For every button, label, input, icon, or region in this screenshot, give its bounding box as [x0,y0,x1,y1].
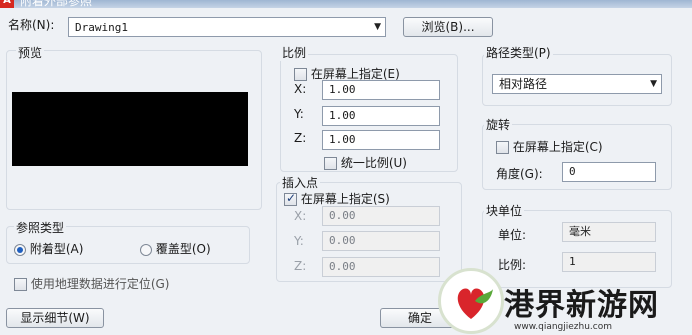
path-type-selected: 相对路径 [499,77,548,91]
overlay-radio[interactable]: 覆盖型(O) [140,240,211,257]
uniform-scale-label: 统一比例(U) [340,156,407,170]
angle-input[interactable]: 0 [562,162,656,182]
watermark-text: 港界新游网 [504,288,659,323]
scale-z-input[interactable]: 1.00 [322,130,440,150]
rotation-specify-check[interactable] [496,141,509,154]
rotation-specify-checkbox[interactable]: 在屏幕上指定(C) [496,138,603,155]
name-label: 名称(N): [8,18,55,32]
overlay-radio-button[interactable] [140,243,152,256]
scale-y-label: Y: [294,107,304,121]
uniform-scale-checkbox[interactable]: 统一比例(U) [324,154,407,171]
chevron-down-icon[interactable]: ▼ [374,18,381,36]
name-combobox[interactable]: Drawing1 ▼ [68,17,386,37]
scale-z-label: Z: [294,131,307,145]
geo-location-checkbox[interactable]: 使用地理数据进行定位(G) [14,275,170,292]
insertion-z-label: Z: [294,259,307,273]
scale-specify-label: 在屏幕上指定(E) [310,67,400,81]
preview-image [12,92,248,166]
insertion-y-label: Y: [294,234,304,248]
attach-label: 附着型(A) [29,242,84,256]
browse-button[interactable]: 浏览(B)... [403,17,493,37]
preview-label: 预览 [16,44,45,61]
factor-label: 比例: [498,258,527,272]
attach-radio[interactable]: 附着型(A) [14,240,83,257]
uniform-scale-check[interactable] [324,157,337,170]
block-unit-title: 块单位 [484,202,525,219]
autocad-logo-icon: A [0,0,14,8]
factor-value: 1 [562,252,656,272]
insertion-specify-check[interactable] [284,191,297,206]
scale-title: 比例 [280,44,309,61]
scale-x-label: X: [294,82,307,96]
unit-value: 毫米 [562,222,656,242]
insertion-specify-label: 在屏幕上指定(S) [300,192,390,206]
overlay-label: 覆盖型(O) [155,242,211,256]
insertion-y-input[interactable]: 0.00 [322,231,440,251]
rotation-title: 旋转 [484,116,513,133]
watermark-url: www.qiangjiezhu.com [514,322,613,332]
geo-location-label: 使用地理数据进行定位(G) [30,277,170,291]
attach-radio-button[interactable] [14,243,26,256]
geo-location-check[interactable] [14,278,27,291]
path-type-select[interactable]: 相对路径 ▼ [492,74,662,94]
insertion-z-input[interactable]: 0.00 [322,257,440,277]
reference-type-title: 参照类型 [14,219,67,236]
scale-specify-check[interactable] [294,68,307,81]
insertion-point-title: 插入点 [280,174,321,191]
scale-x-input[interactable]: 1.00 [322,80,440,100]
name-combobox-value: Drawing1 [75,21,128,34]
heart-leaf-icon [457,288,493,319]
watermark-logo-icon [438,268,504,334]
unit-label: 单位: [498,228,527,242]
insertion-specify-checkbox[interactable]: 在屏幕上指定(S) [284,190,390,207]
rotation-specify-label: 在屏幕上指定(C) [512,140,603,154]
show-details-button[interactable]: 显示细节(W) [6,308,104,328]
chevron-down-icon[interactable]: ▼ [650,75,657,93]
insertion-x-input[interactable]: 0.00 [322,206,440,226]
path-type-title: 路径类型(P) [484,44,553,61]
angle-label: 角度(G): [496,167,543,181]
scale-y-input[interactable]: 1.00 [322,106,440,126]
insertion-x-label: X: [294,209,307,223]
title-bar: A 附着外部参照 [0,0,692,8]
dialog-title: 附着外部参照 [20,0,93,8]
